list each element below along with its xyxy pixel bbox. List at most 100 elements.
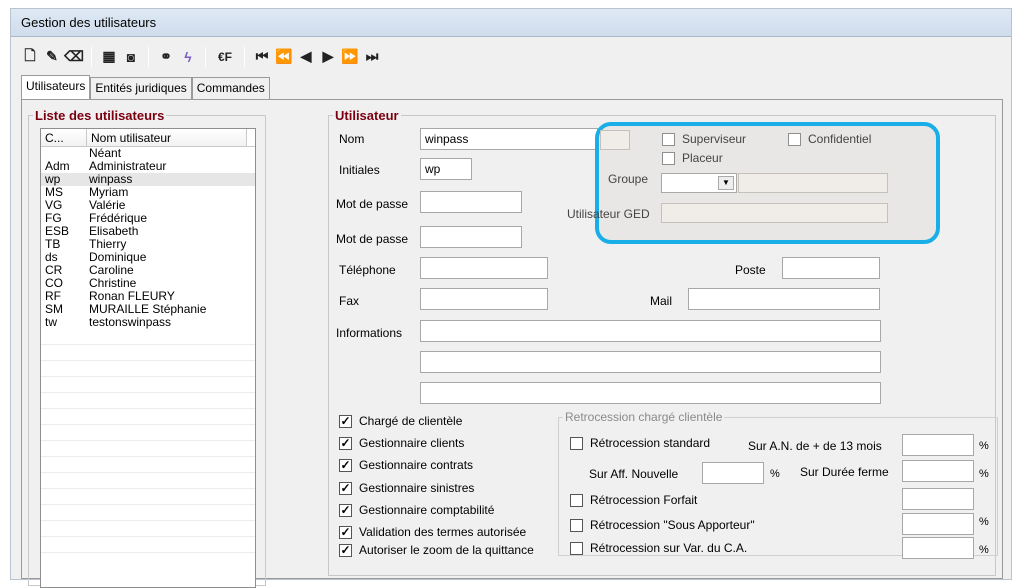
role-checkbox[interactable]: ✓ Gestionnaire contrats <box>339 458 473 472</box>
empty-row <box>41 537 255 553</box>
grid-icon[interactable]: ▦ <box>98 46 120 68</box>
telephone-label: Téléphone <box>339 263 396 277</box>
prev-icon[interactable]: ◀ <box>295 46 317 68</box>
informations-line-2[interactable] <box>420 351 881 373</box>
informations-line-3[interactable] <box>420 382 881 404</box>
euro-icon[interactable]: €F <box>212 46 238 68</box>
confidentiel-checkbox[interactable]: Confidentiel <box>788 132 871 146</box>
checkmark-icon[interactable]: ✓ <box>339 414 352 428</box>
sur-aff-input[interactable] <box>702 462 764 484</box>
tab-utilisateurs[interactable]: Utilisateurs <box>21 75 91 99</box>
placeur-box[interactable] <box>662 151 675 165</box>
prev-page-icon[interactable]: ⏪ <box>273 46 295 68</box>
telephone-input[interactable] <box>420 257 548 279</box>
role-checkbox[interactable]: ✓ Validation des termes autorisée <box>339 525 526 539</box>
column-name[interactable]: Nom utilisateur <box>87 129 247 146</box>
nom-input[interactable]: winpass <box>420 128 598 150</box>
mail-label: Mail <box>650 294 673 308</box>
table-row[interactable]: Adm Administrateur <box>41 160 255 173</box>
mail-input[interactable] <box>688 288 880 310</box>
camera-icon[interactable]: ◙ <box>120 46 142 68</box>
role-checkbox[interactable]: ✓ Chargé de clientèle <box>339 414 462 428</box>
mot-de-passe-label: Mot de passe <box>336 197 409 211</box>
retro-standard-label: Rétrocession standard <box>590 436 711 450</box>
mot-de-passe-confirm-input[interactable] <box>420 226 522 248</box>
retro-forfait-box[interactable] <box>570 493 583 507</box>
checkmark-icon[interactable]: ✓ <box>339 503 352 517</box>
var-ca-percent: % <box>979 544 989 556</box>
toolbar-separator <box>91 46 92 67</box>
chevron-down-icon[interactable]: ▼ <box>718 176 734 190</box>
eraser-icon[interactable]: ⌫ <box>63 46 85 68</box>
first-icon[interactable]: ⏮ <box>251 46 273 68</box>
column-code[interactable]: C... <box>41 129 87 146</box>
mot-de-passe-input[interactable] <box>420 191 522 213</box>
main-window: Gestion des utilisateurs 🗋 ✎ ⌫ ▦ ◙ ⚭ ϟ €… <box>10 8 1012 588</box>
retro-var-ca-checkbox[interactable]: Rétrocession sur Var. du C.A. <box>570 541 747 555</box>
groupe-select[interactable]: ▼ <box>661 173 737 193</box>
checkmark-icon[interactable]: ✓ <box>339 436 352 450</box>
user-listbox[interactable]: C... Nom utilisateur Néant Adm Administrat… <box>40 128 256 588</box>
confidentiel-box[interactable] <box>788 132 801 146</box>
superviseur-checkbox[interactable]: Superviseur <box>662 132 746 146</box>
checkmark-icon[interactable]: ✓ <box>339 481 352 495</box>
retro-forfait-checkbox[interactable]: Rétrocession Forfait <box>570 493 697 507</box>
role-checkbox-label: Gestionnaire sinistres <box>359 481 475 495</box>
table-row[interactable]: wp winpass <box>41 173 255 186</box>
poste-input[interactable] <box>782 257 880 279</box>
checkmark-icon[interactable]: ✓ <box>339 543 352 557</box>
new-icon[interactable]: 🗋 <box>19 46 41 68</box>
role-checkbox[interactable]: ✓ Gestionnaire clients <box>339 436 464 450</box>
table-row[interactable]: tw testonswinpass <box>41 316 255 329</box>
tab-entites-juridiques[interactable]: Entités juridiques <box>90 77 192 99</box>
sous-apporteur-input[interactable] <box>902 513 974 535</box>
sur-an-input[interactable] <box>902 434 974 456</box>
binoculars-icon[interactable]: ⚭ <box>155 46 177 68</box>
table-row[interactable]: ESB Elisabeth <box>41 225 255 238</box>
tab-commandes[interactable]: Commandes <box>191 77 270 99</box>
placeur-checkbox[interactable]: Placeur <box>662 151 723 165</box>
var-ca-input[interactable] <box>902 537 974 559</box>
disabled-field <box>600 130 630 150</box>
role-checkbox[interactable]: ✓ Gestionnaire comptabilité <box>339 503 494 517</box>
next-icon[interactable]: ▶ <box>317 46 339 68</box>
retro-sous-apporteur-box[interactable] <box>570 518 583 532</box>
checkmark-icon[interactable]: ✓ <box>339 525 352 539</box>
superviseur-label: Superviseur <box>682 132 747 146</box>
utilisateur-ged-label: Utilisateur GED <box>567 207 650 221</box>
role-checkbox[interactable]: ✓ Autoriser le zoom de la quittance <box>339 543 534 557</box>
table-row[interactable]: TB Thierry <box>41 238 255 251</box>
sur-aff-percent: % <box>770 468 780 480</box>
retro-var-ca-box[interactable] <box>570 541 583 555</box>
empty-row <box>41 377 255 393</box>
next-page-icon[interactable]: ⏩ <box>339 46 361 68</box>
row-name: testonswinpass <box>89 315 172 329</box>
informations-line-1[interactable] <box>420 320 881 342</box>
role-checkbox[interactable]: ✓ Gestionnaire sinistres <box>339 481 474 495</box>
table-row[interactable]: FG Frédérique <box>41 212 255 225</box>
retro-standard-box[interactable] <box>570 436 583 450</box>
checkmark-icon[interactable]: ✓ <box>339 458 352 472</box>
last-icon[interactable]: ⏭ <box>361 46 383 68</box>
toolbar-separator <box>205 46 206 67</box>
table-row[interactable]: ds Dominique <box>41 251 255 264</box>
superviseur-box[interactable] <box>662 132 675 146</box>
table-row[interactable]: CR Caroline <box>41 264 255 277</box>
utilisateur-ged-input[interactable] <box>661 203 888 223</box>
retro-sous-apporteur-checkbox[interactable]: Rétrocession "Sous Apporteur" <box>570 518 755 532</box>
table-row[interactable]: MS Myriam <box>41 186 255 199</box>
edit-icon[interactable]: ✎ <box>41 46 63 68</box>
empty-row <box>41 505 255 521</box>
fax-input[interactable] <box>420 288 548 310</box>
sur-aff-label: Sur Aff. Nouvelle <box>589 467 679 481</box>
sous-apporteur-percent: % <box>979 516 989 528</box>
user-group-title: Utilisateur <box>335 108 399 123</box>
table-row[interactable]: VG Valérie <box>41 199 255 212</box>
initiales-input[interactable]: wp <box>420 158 472 180</box>
sur-duree-input[interactable] <box>902 460 974 482</box>
forfait-input[interactable] <box>902 488 974 510</box>
retro-standard-checkbox[interactable]: Rétrocession standard <box>570 436 710 450</box>
role-checkbox-label: Gestionnaire clients <box>359 436 465 450</box>
fax-label: Fax <box>339 294 360 308</box>
lightning-icon[interactable]: ϟ <box>177 46 199 68</box>
